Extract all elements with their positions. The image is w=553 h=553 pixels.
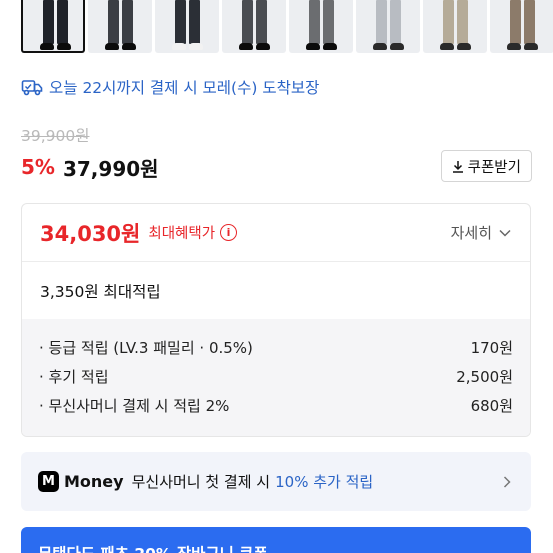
max-benefit-price: 34,030원: [40, 221, 141, 246]
points-row: · 무신사머니 결제 시 적립 2% 680원: [39, 391, 513, 420]
truck-icon: [21, 80, 43, 96]
points-row: · 등급 적립 (LV.3 패밀리 · 0.5%) 170원: [39, 333, 513, 362]
pants-leg: [57, 0, 68, 44]
shoe: [256, 43, 270, 50]
shoe: [390, 43, 404, 50]
cart-coupon-banner[interactable]: 무탠다드 패츠 20% 장바구니 쿠폰: [21, 527, 531, 553]
product-thumbnail[interactable]: [88, 0, 152, 53]
money-brand: Money: [64, 472, 124, 491]
coupon-label: 쿠폰받기: [467, 159, 521, 176]
max-points-summary: 3,350원 최대적립: [40, 282, 161, 301]
chevron-right-icon: [503, 475, 511, 488]
info-icon[interactable]: i: [220, 224, 238, 241]
pants-leg: [43, 0, 54, 44]
product-thumbnail[interactable]: [155, 0, 219, 53]
detail-toggle[interactable]: 자세히: [451, 222, 512, 243]
points-row-value: 2,500원: [456, 368, 513, 386]
pants-leg: [108, 0, 119, 44]
product-thumbnail[interactable]: [423, 0, 487, 53]
product-thumbnail[interactable]: [490, 0, 553, 53]
discount-rate: 5%: [21, 155, 55, 179]
shoe: [373, 43, 387, 50]
pants-leg: [122, 0, 133, 44]
shoe: [507, 43, 521, 50]
product-thumbnail[interactable]: [222, 0, 286, 53]
shoe: [40, 43, 54, 50]
sale-price: 37,990원: [62, 156, 159, 181]
points-row-label: · 후기 적립: [39, 368, 109, 386]
shoe: [457, 43, 471, 50]
points-row: · 후기 적립 2,500원: [39, 362, 513, 391]
points-breakdown: · 등급 적립 (LV.3 패밀리 · 0.5%) 170원 · 후기 적립 2,50…: [22, 319, 530, 436]
shoe: [323, 43, 337, 50]
chevron-down-icon: [499, 229, 511, 237]
pants-leg: [256, 0, 267, 44]
pants-leg: [189, 0, 200, 44]
original-price: 39,900원: [21, 127, 90, 145]
points-row-label: · 무신사머니 결제 시 적립 2%: [39, 397, 230, 415]
pants-leg: [376, 0, 387, 44]
price-row: 5% 37,990원 쿠폰받기: [21, 150, 532, 182]
shoe: [239, 43, 253, 50]
pants-leg: [510, 0, 521, 44]
delivery-text: 오늘 22시까지 결제 시 모레(수) 도착보장: [49, 79, 320, 97]
points-row-value: 170원: [470, 339, 513, 357]
product-thumbnail[interactable]: [356, 0, 420, 53]
max-benefit-header[interactable]: 34,030원 최대혜택가 i 자세히: [22, 204, 530, 262]
pants-leg: [309, 0, 320, 44]
pants-leg: [242, 0, 253, 44]
pants-leg: [524, 0, 535, 44]
max-benefit-label: 최대혜택가: [148, 226, 216, 242]
points-row-value: 680원: [470, 397, 513, 415]
benefit-summary-box: 34,030원 최대혜택가 i 자세히 3,350원 최대적립 · 등급 적립 …: [21, 203, 531, 437]
shoe: [57, 43, 71, 50]
money-logo-icon: M: [38, 471, 59, 492]
product-thumbnail[interactable]: [21, 0, 85, 53]
points-row-label: · 등급 적립 (LV.3 패밀리 · 0.5%): [39, 339, 253, 357]
shoe: [440, 43, 454, 50]
pants-leg: [323, 0, 334, 44]
product-thumbnail[interactable]: [289, 0, 353, 53]
shoe: [172, 43, 186, 50]
pants-leg: [390, 0, 401, 44]
pants-leg: [443, 0, 454, 44]
delivery-guarantee[interactable]: 오늘 22시까지 결제 시 모레(수) 도착보장: [21, 76, 319, 98]
shoe: [524, 43, 538, 50]
shoe: [306, 43, 320, 50]
coupon-download-button[interactable]: 쿠폰받기: [440, 150, 532, 182]
money-banner-text: 무신사머니 첫 결제 시: [131, 473, 271, 491]
download-icon: [452, 160, 463, 173]
product-thumbnail-strip: [21, 0, 553, 55]
pants-leg: [175, 0, 186, 44]
shoe: [189, 43, 203, 50]
musinsa-money-banner[interactable]: M Money 무신사머니 첫 결제 시 10% 추가 적립: [21, 452, 531, 511]
pants-leg: [457, 0, 468, 44]
shoe: [122, 43, 136, 50]
detail-label: 자세히: [450, 224, 492, 242]
shoe: [105, 43, 119, 50]
money-banner-accent: 10% 추가 적립: [275, 473, 374, 491]
